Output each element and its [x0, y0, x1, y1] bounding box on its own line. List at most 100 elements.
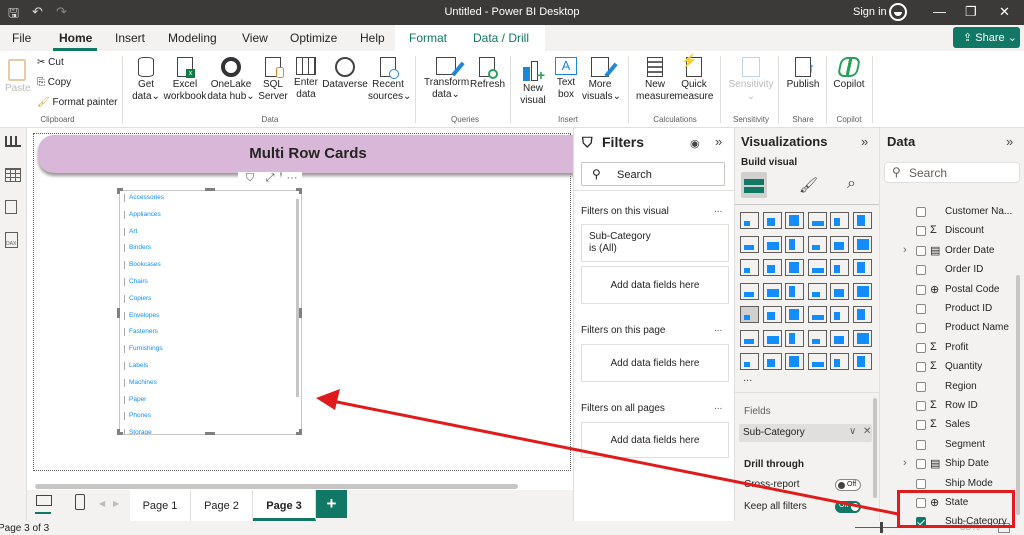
card-row[interactable]: Phones: [124, 412, 151, 421]
card-row[interactable]: Binders: [124, 244, 151, 253]
page-tab-2[interactable]: Page 2: [191, 490, 253, 521]
card-row[interactable]: Art: [124, 227, 137, 236]
data-field-row[interactable]: Σ Row ID: [880, 397, 1020, 416]
gauge-icon[interactable]: [830, 282, 849, 300]
visual-add-fields-dropzone[interactable]: Add data fields here: [581, 266, 729, 304]
expand-icon[interactable]: ›: [903, 244, 907, 256]
filter-card-sub-category[interactable]: Sub-Category is (All): [581, 224, 729, 262]
data-field-row[interactable]: Product ID: [880, 300, 1020, 319]
clustered-bar-icon[interactable]: [785, 212, 804, 229]
tab-format[interactable]: Format: [409, 31, 447, 45]
field-well-sub-category[interactable]: Sub-Category ∨ ✕: [739, 424, 872, 442]
get-data-button[interactable]: Get data⌄: [130, 57, 162, 103]
mobile-layout-icon[interactable]: [75, 494, 85, 510]
tab-data-drill[interactable]: Data / Drill: [473, 31, 529, 45]
copilot-button[interactable]: Copilot: [830, 57, 868, 91]
cut-button[interactable]: ✂ Cut: [37, 57, 64, 69]
card-row[interactable]: Envelopes: [124, 311, 159, 320]
tab-help[interactable]: Help: [360, 31, 385, 45]
scatter-icon[interactable]: [807, 259, 827, 276]
report-view-icon[interactable]: [5, 136, 21, 147]
metrics-icon[interactable]: [807, 353, 827, 370]
card-row[interactable]: Storage: [124, 429, 152, 434]
prev-page-icon[interactable]: ◀: [99, 499, 105, 508]
card-row[interactable]: Furnishings: [124, 345, 163, 354]
field-checkbox[interactable]: [916, 362, 926, 373]
refresh-button[interactable]: Refresh: [470, 57, 505, 91]
recent-sources-button[interactable]: Recent sources⌄: [368, 57, 411, 103]
data-field-row[interactable]: Region: [880, 378, 1020, 397]
dax-query-view-icon[interactable]: DAX: [5, 232, 18, 248]
card-row[interactable]: Chairs: [124, 278, 148, 286]
treemap-icon[interactable]: [740, 282, 759, 300]
minimize-icon[interactable]: —: [933, 4, 946, 19]
tab-optimize[interactable]: Optimize: [290, 31, 337, 45]
donut-chart-icon[interactable]: [852, 259, 872, 276]
paste-button[interactable]: Paste: [5, 59, 31, 95]
data-field-row[interactable]: Customer Na...: [880, 203, 1020, 222]
restore-icon[interactable]: ❐: [965, 4, 977, 20]
card-row[interactable]: Accessories: [124, 194, 164, 202]
resize-handle[interactable]: [117, 308, 120, 318]
100-area-icon[interactable]: [807, 235, 827, 253]
slicer-icon[interactable]: [785, 306, 804, 323]
more-visuals-button[interactable]: More visuals⌄: [582, 57, 621, 103]
next-page-icon[interactable]: ▶: [113, 499, 119, 508]
collapse-visualizations-icon[interactable]: »: [861, 134, 868, 149]
clustered-column-icon[interactable]: [807, 212, 827, 229]
funnel-icon[interactable]: [785, 259, 804, 276]
tab-home[interactable]: Home: [59, 31, 92, 45]
all-pages-filters-more-icon[interactable]: ...: [714, 401, 722, 412]
sql-server-button[interactable]: SQL Server: [258, 57, 288, 103]
chevron-down-icon[interactable]: ∨: [849, 426, 856, 437]
data-field-row[interactable]: Product Name: [880, 319, 1020, 338]
data-field-row[interactable]: Order ID: [880, 261, 1020, 280]
more-options-icon[interactable]: ···: [282, 172, 302, 188]
resize-handle[interactable]: [117, 429, 120, 435]
line-clustered-icon[interactable]: [852, 235, 872, 253]
field-checkbox[interactable]: [916, 342, 926, 353]
sensitivity-button[interactable]: Sensitivity ⌄: [728, 57, 774, 103]
collapse-filters-icon[interactable]: »: [715, 134, 722, 149]
collapse-data-icon[interactable]: »: [1006, 134, 1013, 149]
field-checkbox[interactable]: [916, 439, 926, 450]
data-field-row[interactable]: › ▤ Order Date: [880, 242, 1020, 261]
data-field-row[interactable]: Σ Sales: [880, 416, 1020, 435]
page-filters-more-icon[interactable]: ...: [714, 323, 722, 334]
resize-handle[interactable]: [299, 308, 302, 318]
more-visuals-dots[interactable]: ...: [743, 372, 752, 384]
100-bar-icon[interactable]: [830, 212, 849, 229]
resize-handle[interactable]: [299, 188, 302, 194]
card-scrollbar[interactable]: [296, 199, 299, 397]
field-checkbox[interactable]: [916, 401, 926, 411]
field-checkbox[interactable]: [916, 420, 926, 431]
pie-chart-icon[interactable]: [830, 259, 849, 276]
field-checkbox[interactable]: [916, 381, 926, 392]
stacked-column-icon[interactable]: [762, 212, 782, 229]
area-chart-icon[interactable]: [762, 235, 782, 253]
data-field-row[interactable]: Σ Quantity: [880, 358, 1020, 377]
card-row[interactable]: Appliances: [124, 210, 161, 219]
close-icon[interactable]: ✕: [999, 4, 1010, 20]
ribbon-chart-icon[interactable]: [740, 259, 759, 276]
table-icon[interactable]: [807, 306, 827, 323]
r-visual-icon[interactable]: [852, 306, 872, 323]
data-field-row[interactable]: › ▤ Ship Date: [880, 455, 1020, 474]
field-checkbox[interactable]: [916, 207, 926, 217]
share-button[interactable]: ⇪ Share ⌄: [953, 27, 1020, 48]
quick-measure-button[interactable]: ⚡ Quick measure: [674, 54, 714, 103]
banner-title[interactable]: Multi Row Cards: [38, 135, 578, 173]
visual-filters-more-icon[interactable]: ...: [714, 204, 722, 215]
add-page-button[interactable]: +: [316, 490, 347, 518]
azure-map-icon[interactable]: [807, 282, 827, 300]
data-field-row[interactable]: ⊕ Postal Code: [880, 281, 1020, 300]
page-add-fields-dropzone[interactable]: Add data fields here: [581, 344, 729, 382]
filled-map-icon[interactable]: [785, 282, 804, 300]
onelake-data-hub-button[interactable]: OneLake data hub⌄: [207, 57, 255, 103]
resize-handle[interactable]: [205, 432, 215, 435]
kpi-icon[interactable]: [762, 306, 782, 323]
stacked-area-icon[interactable]: [785, 235, 804, 253]
100-column-icon[interactable]: [852, 212, 872, 229]
focus-mode-icon[interactable]: ⤢: [260, 172, 280, 188]
page-tab-3[interactable]: Page 3: [253, 490, 316, 521]
